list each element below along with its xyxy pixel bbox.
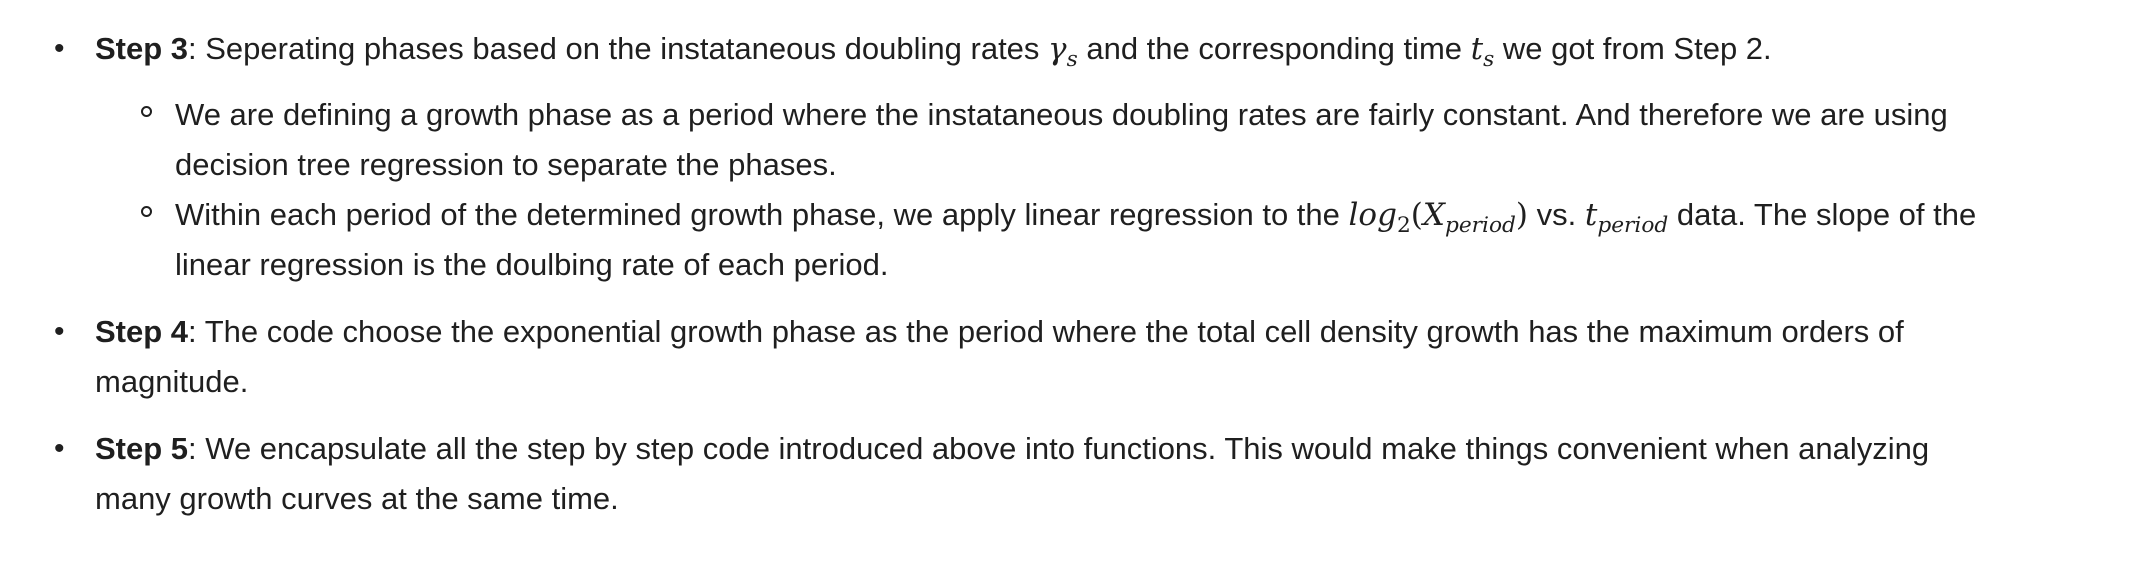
step-5-text: : We encapsulate all the step by step co… <box>188 431 1930 466</box>
step-5-item: • Step 5: We encapsulate all the step by… <box>0 424 2075 524</box>
step-5-line-1: Step 5: We encapsulate all the step by s… <box>95 424 2075 474</box>
subitem-2-text-b: vs. <box>1528 197 1585 232</box>
log2-x-period-math: log2(Xperiod) <box>1348 197 1529 237</box>
subitem-1-line-2: decision tree regression to separate the… <box>175 147 837 182</box>
subitem-2-line-2: linear regression is the doulbing rate o… <box>175 247 889 282</box>
step-4-line-2: magnitude. <box>95 364 249 399</box>
circle-bullet-icon <box>141 106 152 117</box>
close-paren: ) <box>1515 197 1529 233</box>
x-symbol: X <box>1422 197 1445 233</box>
t-subscript: s <box>1483 47 1495 73</box>
step-4-line-1: Step 4: The code choose the exponential … <box>95 307 2075 357</box>
bullet-icon: • <box>54 32 65 65</box>
step-5-label: Step 5 <box>95 431 189 466</box>
open-paren: ( <box>1410 197 1423 233</box>
steps-list: • Step 3: Seperating phases based on the… <box>0 24 2152 524</box>
step-4-label: Step 4 <box>95 314 189 349</box>
log-symbol: log <box>1348 197 1397 233</box>
log-base: 2 <box>1396 213 1411 239</box>
subitem-2-line-1: Within each period of the determined gro… <box>175 190 2075 240</box>
step-3-sublist: We are defining a growth phase as a peri… <box>95 90 2075 290</box>
bullet-icon: • <box>54 432 65 465</box>
document-body: • Step 3: Seperating phases based on the… <box>0 0 2152 524</box>
subitem-2-text-c: data. The slope of the <box>1668 197 1977 232</box>
step-4-item: • Step 4: The code choose the exponentia… <box>0 307 2075 407</box>
gamma-symbol: γ <box>1048 31 1067 67</box>
step-3-label: Step 3 <box>95 31 189 66</box>
subitem-2-text-a: Within each period of the determined gro… <box>175 197 1349 232</box>
step-3-text-a: : Seperating phases based on the instata… <box>188 31 1049 66</box>
bullet-icon: • <box>54 315 65 348</box>
gamma-s-math: γs <box>1048 31 1078 71</box>
subitem-1-line-1: We are defining a growth phase as a peri… <box>175 97 1948 132</box>
t-symbol: t <box>1584 197 1598 233</box>
step-3-item: • Step 3: Seperating phases based on the… <box>0 24 2075 290</box>
step-3-text: Step 3: Seperating phases based on the i… <box>95 24 2075 74</box>
circle-bullet-icon <box>141 206 152 217</box>
step-3-text-b: and the corresponding time <box>1077 31 1471 66</box>
t-subscript: period <box>1597 213 1669 239</box>
gamma-subscript: s <box>1066 47 1078 73</box>
step-3-subitem-1: We are defining a growth phase as a peri… <box>95 90 2075 190</box>
t-symbol: t <box>1470 31 1484 67</box>
step-3-subitem-2: Within each period of the determined gro… <box>95 190 2075 290</box>
t-s-math: ts <box>1470 31 1495 71</box>
step-3-text-c: we got from Step 2. <box>1494 31 1772 66</box>
t-period-math: tperiod <box>1584 197 1668 237</box>
x-subscript: period <box>1444 213 1516 239</box>
step-5-line-2: many growth curves at the same time. <box>95 481 619 516</box>
step-4-text: : The code choose the exponential growth… <box>188 314 1904 349</box>
